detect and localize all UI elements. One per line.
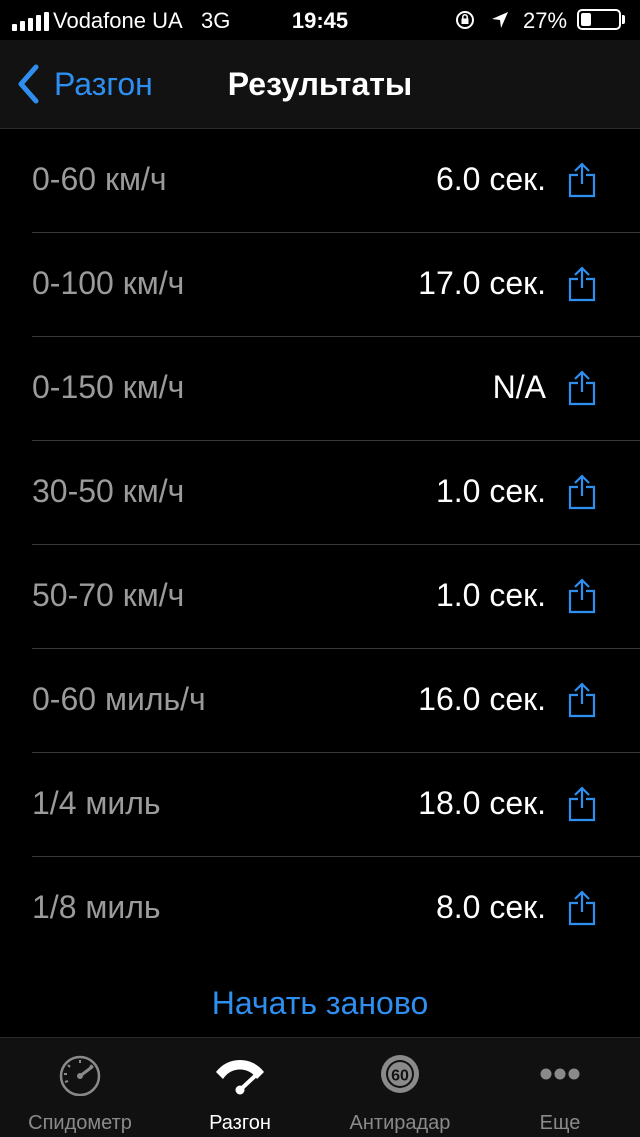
share-icon[interactable] [568,474,596,510]
tab-more[interactable]: Еще [480,1038,640,1137]
speed-limit-icon: 60 [381,1055,419,1093]
result-label: 0-60 миль/ч [32,681,206,717]
results-list: 0-60 км/ч 6.0 сек. 0-100 км/ч 17.0 сек. … [0,129,640,960]
tab-label: Антирадар [349,1112,451,1134]
battery-level-fill [581,13,591,26]
tab-label: Разгон [209,1112,271,1134]
acceleration-icon [216,1060,264,1095]
back-button-label: Разгон [54,65,153,102]
result-row: 30-50 км/ч 1.0 сек. [32,441,640,545]
result-row: 50-70 км/ч 1.0 сек. [32,545,640,649]
result-value: 17.0 сек. [418,265,546,301]
share-icon[interactable] [568,370,596,406]
share-icon[interactable] [568,786,596,822]
share-icon[interactable] [568,162,596,198]
result-value: 6.0 сек. [435,161,546,197]
tab-bar: Спидометр Разгон 60 Антирадар Еще [0,1037,640,1137]
rotation-lock-icon [456,11,474,29]
tab-antiradar[interactable]: 60 Антирадар [320,1038,480,1137]
share-icon[interactable] [568,578,596,614]
more-icon [540,1068,580,1080]
result-row: 1/8 миль 8.0 сек. [32,857,640,960]
result-label: 0-150 км/ч [32,369,185,405]
result-row: 0-60 миль/ч 16.0 сек. [32,649,640,753]
restart-button[interactable]: Начать заново [0,985,640,1022]
result-value: 1.0 сек. [435,473,546,509]
speed-limit-badge: 60 [391,1068,409,1085]
battery-icon [577,9,621,30]
result-row: 0-150 км/ч N/A [32,337,640,441]
chevron-left-icon [18,64,39,104]
tab-label: Спидометр [28,1112,132,1134]
battery-percent: 27% [523,8,568,33]
result-label: 0-100 км/ч [32,265,185,301]
tab-acceleration[interactable]: Разгон [160,1038,320,1137]
result-value: N/A [492,369,546,405]
result-row: 0-60 км/ч 6.0 сек. [32,129,640,233]
navigation-bar: Разгон Результаты [0,40,640,129]
back-button[interactable]: Разгон [16,60,153,108]
result-label: 1/4 миль [32,785,161,821]
tab-label: Еще [539,1112,581,1134]
result-row: 0-100 км/ч 17.0 сек. [32,233,640,337]
status-bar: Vodafone UA 3G 19:45 27% [0,0,640,40]
result-row: 1/4 миль 18.0 сек. [32,753,640,857]
tab-speedometer[interactable]: Спидометр [0,1038,160,1137]
battery-cap [622,15,625,24]
location-arrow-icon [492,12,508,28]
result-label: 0-60 км/ч [32,161,167,197]
speedometer-icon [59,1055,101,1096]
share-icon[interactable] [568,682,596,718]
result-label: 30-50 км/ч [32,473,185,509]
result-value: 16.0 сек. [418,681,546,717]
result-label: 1/8 миль [32,889,161,925]
result-label: 50-70 км/ч [32,577,185,613]
result-value: 8.0 сек. [435,889,546,925]
result-value: 1.0 сек. [435,577,546,613]
share-icon[interactable] [568,266,596,302]
result-value: 18.0 сек. [418,785,546,821]
share-icon[interactable] [568,890,596,926]
